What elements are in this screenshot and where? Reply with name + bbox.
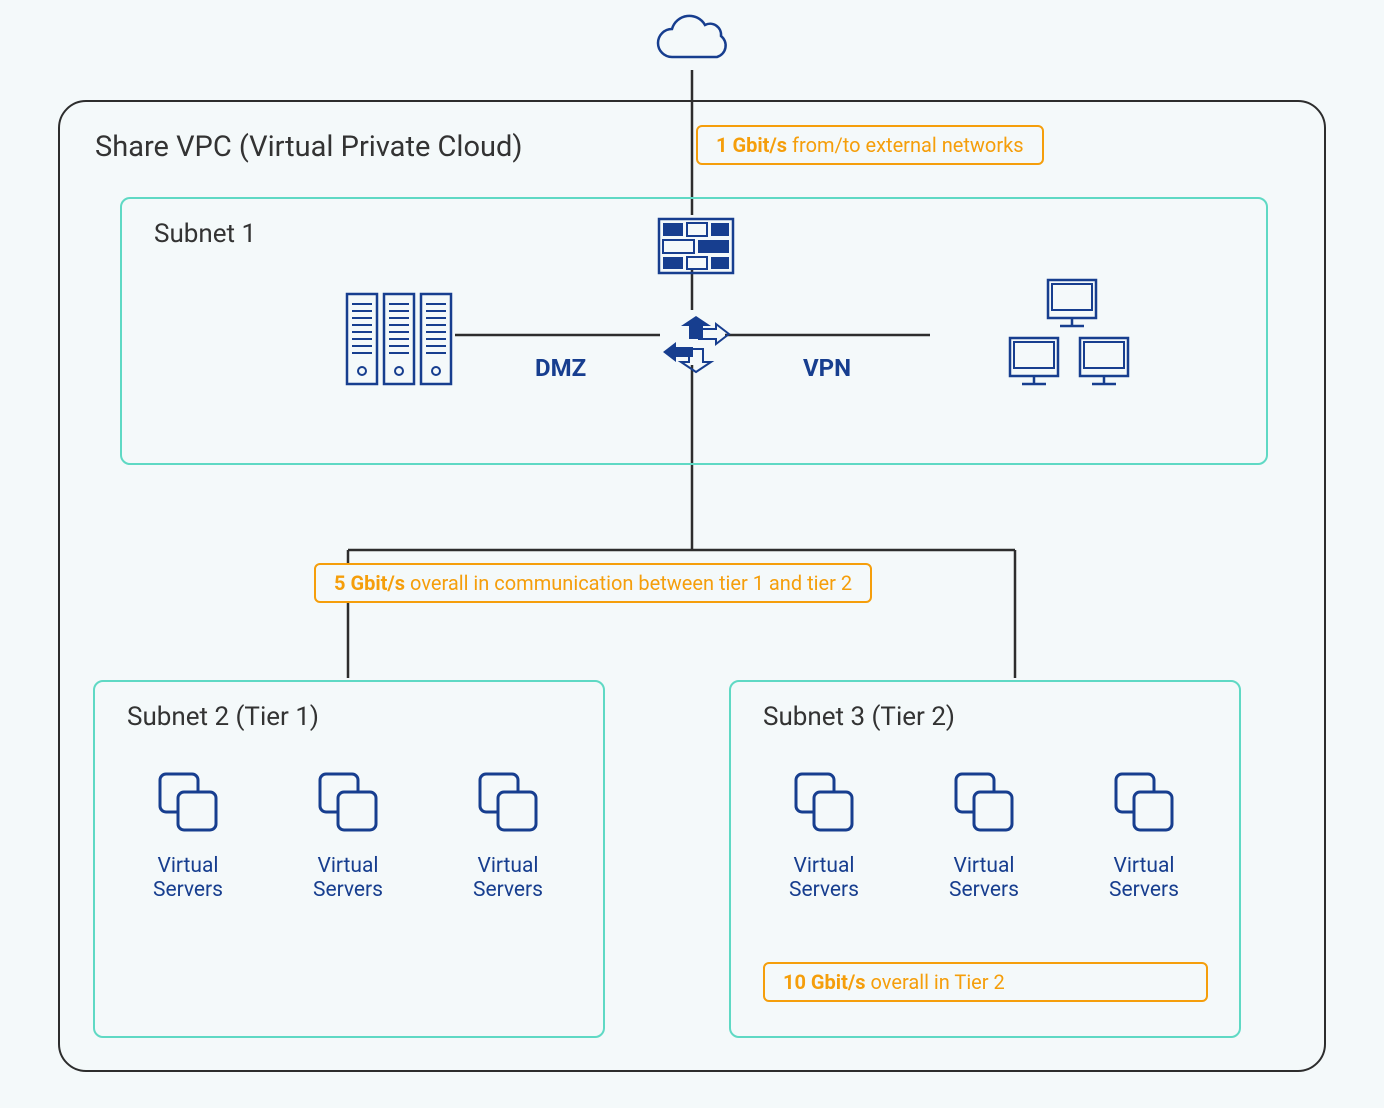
monitors-icon — [997, 277, 1147, 392]
virtual-server-icon — [473, 767, 543, 837]
virtual-server-icon — [949, 767, 1019, 837]
vs-label: VirtualServers — [453, 854, 563, 902]
subnet-2: Subnet 2 (Tier 1) VirtualServers Virtual… — [93, 680, 605, 1038]
vs-label: VirtualServers — [769, 854, 879, 902]
dmz-label: DMZ — [535, 354, 586, 382]
subnet-1: Subnet 1 — [120, 197, 1268, 465]
virtual-server-icon — [1109, 767, 1179, 837]
subnet-1-title: Subnet 1 — [154, 219, 256, 249]
badge-tier2-bandwidth: 10 Gbit/s overall in Tier 2 — [763, 962, 1208, 1002]
badge-tier-bandwidth: 5 Gbit/s overall in communication betwee… — [314, 563, 872, 603]
virtual-server-icon — [313, 767, 383, 837]
firewall-icon — [657, 217, 735, 275]
router-icon — [661, 314, 731, 374]
subnet-2-title: Subnet 2 (Tier 1) — [127, 702, 319, 732]
subnet-3-title: Subnet 3 (Tier 2) — [763, 702, 955, 732]
vs-label: VirtualServers — [1089, 854, 1199, 902]
vs-label: VirtualServers — [929, 854, 1039, 902]
vs-label: VirtualServers — [293, 854, 403, 902]
badge-external-bandwidth: 1 Gbit/s from/to external networks — [696, 125, 1044, 165]
virtual-server-icon — [789, 767, 859, 837]
vs-label: VirtualServers — [133, 854, 243, 902]
vpc-title: Share VPC (Virtual Private Cloud) — [95, 130, 522, 164]
virtual-server-icon — [153, 767, 223, 837]
subnet-3: Subnet 3 (Tier 2) VirtualServers Virtual… — [729, 680, 1241, 1038]
vpc-container: Share VPC (Virtual Private Cloud) 1 Gbit… — [58, 100, 1326, 1072]
server-rack-icon — [342, 289, 457, 389]
cloud-icon — [647, 12, 737, 74]
vpn-label: VPN — [803, 354, 851, 382]
